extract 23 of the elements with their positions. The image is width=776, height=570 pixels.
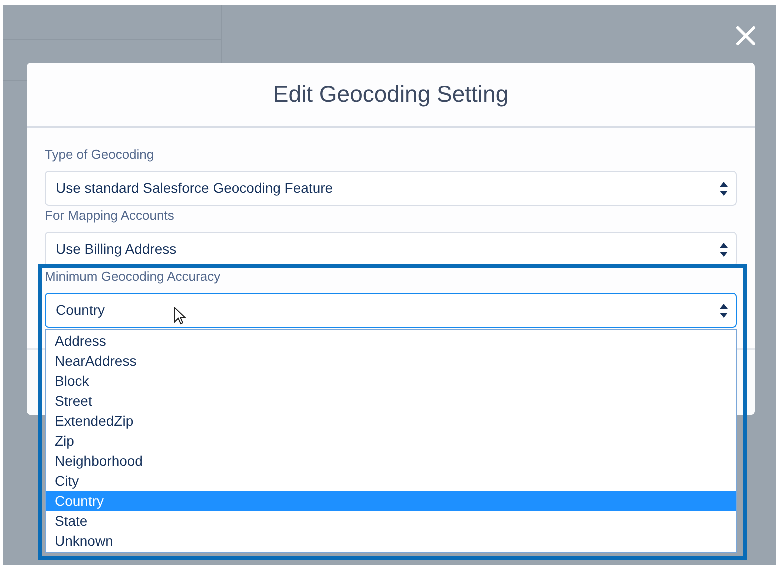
close-button[interactable] [734, 24, 758, 48]
dropdown-option[interactable]: Block [46, 371, 736, 391]
pointer-icon [174, 307, 186, 325]
dropdown-option[interactable]: Address [46, 331, 736, 351]
sort-arrows-icon [720, 242, 728, 256]
dropdown-option[interactable]: Neighborhood [46, 451, 736, 471]
dropdown-option[interactable]: Street [46, 391, 736, 411]
field-label: For Mapping Accounts [45, 207, 174, 225]
select-field[interactable]: Country [45, 293, 737, 328]
dropdown-option[interactable]: State [46, 511, 736, 531]
dropdown-option[interactable]: Unknown [46, 531, 736, 551]
sort-arrows-icon [720, 182, 728, 196]
dropdown-option[interactable]: Zip [46, 431, 736, 451]
close-icon [736, 26, 756, 46]
select-field[interactable]: Use standard Salesforce Geocoding Feature [45, 171, 737, 206]
dropdown-option[interactable]: NearAddress [46, 351, 736, 371]
field-label: Type of Geocoding [45, 146, 154, 164]
field-label: Minimum Geocoding Accuracy [45, 268, 221, 286]
dropdown-option[interactable]: City [46, 471, 736, 491]
modal-title: Edit Geocoding Setting [273, 80, 509, 110]
select-field[interactable]: Use Billing Address [45, 232, 737, 267]
dropdown-option[interactable]: ExtendedZip [46, 411, 736, 431]
sort-arrows-icon [720, 304, 728, 318]
